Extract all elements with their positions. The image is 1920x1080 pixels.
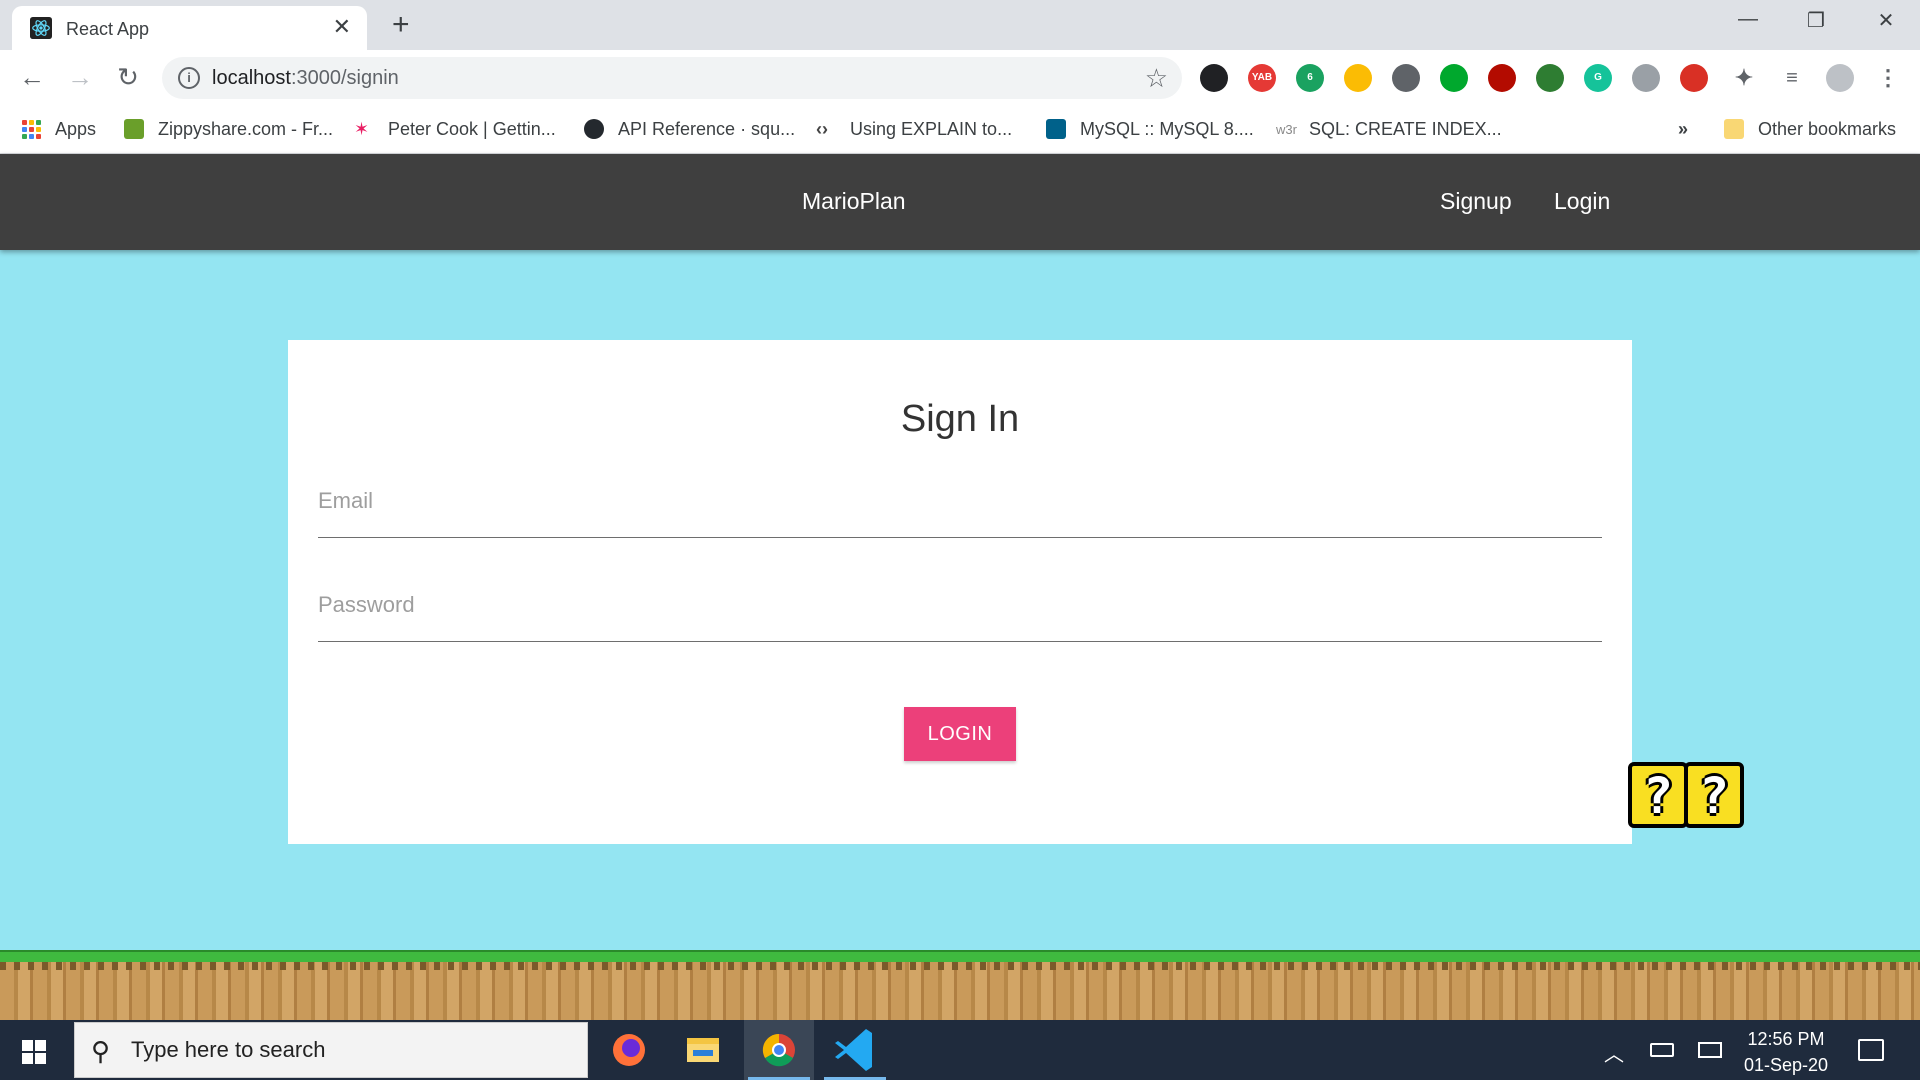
taskbar-search-input[interactable] <box>131 1023 571 1077</box>
question-block-2: ? <box>1684 762 1744 828</box>
bookmark-sql-create-index[interactable]: w3r SQL: CREATE INDEX... <box>1276 116 1502 142</box>
menu-kebab-icon[interactable]: ⋮ <box>1874 64 1902 92</box>
folder-icon <box>1724 119 1744 139</box>
profile-avatar-icon[interactable] <box>1826 64 1854 92</box>
signin-title: Sign In <box>900 398 1020 440</box>
other-bookmarks[interactable]: Other bookmarks <box>1724 116 1896 142</box>
vscode-taskbar-icon[interactable] <box>820 1020 890 1080</box>
email-field: Email <box>318 478 1602 538</box>
bookmark-label: API Reference · squ... <box>618 118 796 139</box>
taskbar-clock[interactable]: 12:56 PM 01-Sep-20 <box>1726 1026 1846 1078</box>
zippyshare-icon <box>124 119 144 139</box>
media-control-icon[interactable]: ≡ <box>1778 64 1806 92</box>
bookmark-using-explain[interactable]: ‹› Using EXPLAIN to... <box>816 116 1012 142</box>
close-window-button[interactable]: ✕ <box>1866 8 1906 33</box>
url-path: :3000/signin <box>290 67 399 89</box>
network-icon[interactable] <box>1698 1042 1722 1058</box>
w3r-icon: w3r <box>1276 121 1297 137</box>
bookmark-star-icon[interactable]: ☆ <box>1145 63 1168 94</box>
bookmark-label: SQL: CREATE INDEX... <box>1308 118 1502 139</box>
login-button[interactable]: LOGIN <box>904 707 1016 761</box>
clock-date: 01-Sep-20 <box>1743 1055 1829 1075</box>
evernote-extension-icon[interactable] <box>1440 64 1468 92</box>
bookmark-label: Using EXPLAIN to... <box>850 118 1013 139</box>
bookmarks-overflow-button[interactable]: » <box>1678 116 1688 142</box>
taskbar-search-box[interactable]: ⚲ <box>74 1022 588 1078</box>
close-tab-icon[interactable]: ✕ <box>333 15 351 39</box>
yab-extension-icon[interactable]: YAB <box>1248 64 1276 92</box>
react-icon <box>30 17 52 39</box>
star-burst-icon: ✶ <box>354 119 370 139</box>
ground-dirt <box>0 962 1920 1020</box>
tab-strip: React App ✕ + — ❐ ✕ <box>0 0 1920 50</box>
mouse-extension-icon[interactable] <box>1632 64 1660 92</box>
nav-login-link[interactable]: Login <box>1554 188 1610 215</box>
bookmark-apps[interactable]: Apps <box>22 116 96 142</box>
chrome-taskbar-icon[interactable] <box>744 1020 814 1080</box>
bookmark-api-reference[interactable]: API Reference · squ... <box>584 116 795 142</box>
file-explorer-taskbar-icon[interactable] <box>668 1020 738 1080</box>
bookmark-label: Peter Cook | Gettin... <box>388 118 556 139</box>
search-icon: ⚲ <box>91 1036 111 1066</box>
forward-button[interactable]: → <box>64 62 96 92</box>
dots-extension-icon[interactable] <box>1680 64 1708 92</box>
bookmark-label: Zippyshare.com - Fr... <box>158 118 334 139</box>
signin-form-card: Sign In Email Password LOGIN <box>288 340 1632 844</box>
url-text: localhost:3000/signin <box>212 67 399 90</box>
heart-extension-icon[interactable] <box>1344 64 1372 92</box>
github-icon <box>584 119 604 139</box>
bookmark-zippyshare[interactable]: Zippyshare.com - Fr... <box>124 116 333 142</box>
firefox-taskbar-icon[interactable] <box>594 1020 664 1080</box>
pocket-extension-icon[interactable] <box>1392 64 1420 92</box>
nav-signup-link[interactable]: Signup <box>1440 188 1512 215</box>
battery-icon[interactable] <box>1650 1043 1674 1057</box>
tab-title: React App <box>66 19 150 39</box>
bookmark-peter-cook[interactable]: ✶ Peter Cook | Gettin... <box>354 116 556 142</box>
password-field: Password <box>318 582 1602 642</box>
globe-extension-icon[interactable] <box>1536 64 1564 92</box>
question-mark: ? <box>1642 767 1674 825</box>
bookmark-label: Apps <box>55 118 97 139</box>
bookmark-label: Other bookmarks <box>1758 118 1897 139</box>
bookmark-label: MySQL :: MySQL 8.... <box>1080 118 1254 139</box>
url-host: localhost <box>212 67 291 89</box>
password-input[interactable] <box>318 582 1602 641</box>
bookmark-mysql[interactable]: MySQL :: MySQL 8.... <box>1046 116 1254 142</box>
browser-tab-active[interactable]: React App ✕ <box>12 6 367 50</box>
windows-taskbar: ⚲ ︿ 12:56 PM 01-Sep-20 <box>0 1020 1920 1080</box>
browser-toolbar: ← → ↻ i localhost:3000/signin ☆ YAB 6 G ✦ … <box>0 50 1920 106</box>
reload-button[interactable]: ↻ <box>112 62 144 92</box>
app-navbar: MarioPlan Signup Login <box>0 154 1920 250</box>
question-block-1: ? <box>1628 762 1688 828</box>
restore-button[interactable]: ❐ <box>1796 8 1836 33</box>
clock-time: 12:56 PM <box>1747 1029 1825 1049</box>
site-info-icon[interactable]: i <box>178 67 200 89</box>
notification-icon[interactable] <box>1858 1039 1884 1061</box>
puzzle-icon[interactable]: ✦ <box>1730 64 1758 92</box>
bookmarks-bar: Apps Zippyshare.com - Fr... ✶ Peter Cook… <box>0 106 1920 154</box>
new-tab-button[interactable]: + <box>392 10 410 40</box>
tab-manager-extension-icon[interactable] <box>1200 64 1228 92</box>
badge-extension-extension-icon[interactable]: 6 <box>1296 64 1324 92</box>
windows-start-icon[interactable] <box>22 1040 46 1064</box>
tray-chevron-icon[interactable]: ︿ <box>1604 1038 1624 1067</box>
acrobat-extension-icon[interactable] <box>1488 64 1516 92</box>
grammarly-extension-icon[interactable]: G <box>1584 64 1612 92</box>
ground-grass <box>0 950 1920 962</box>
back-button[interactable]: ← <box>16 62 48 92</box>
email-input[interactable] <box>318 478 1602 537</box>
question-mark: ? <box>1698 767 1730 825</box>
mysql-icon <box>1046 119 1066 139</box>
apps-grid-icon <box>22 119 41 139</box>
address-bar[interactable]: i localhost:3000/signin ☆ <box>162 57 1182 99</box>
minimize-button[interactable]: — <box>1728 8 1768 31</box>
explain-icon: ‹› <box>816 119 828 139</box>
brand-logo-link[interactable]: MarioPlan <box>802 188 906 215</box>
